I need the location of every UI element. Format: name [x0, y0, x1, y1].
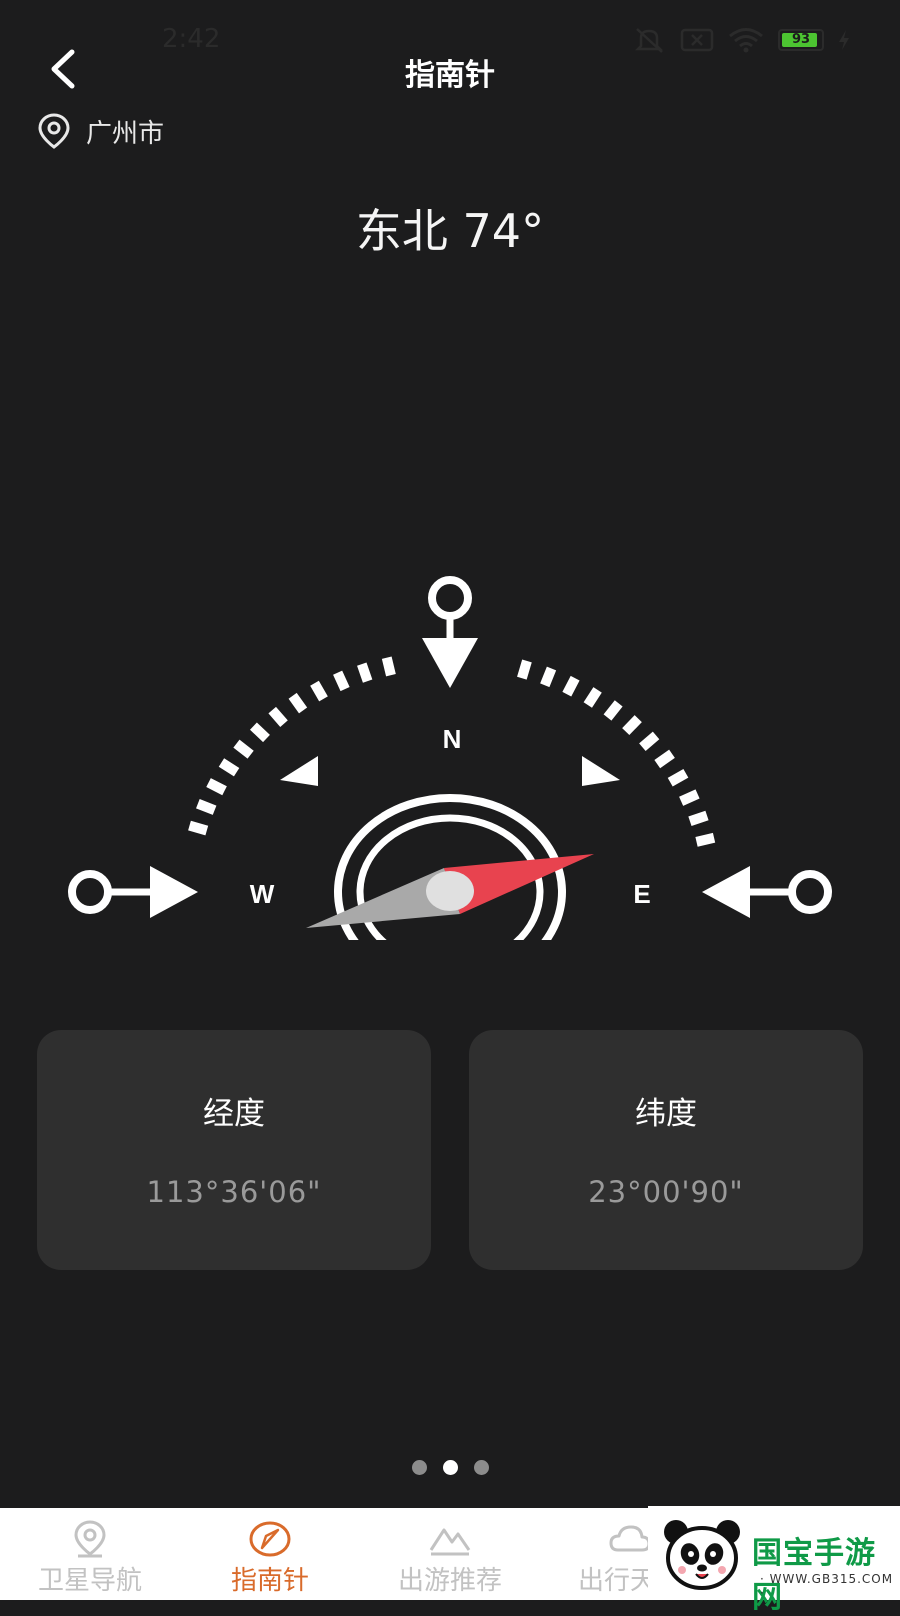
north-marker: [422, 576, 478, 688]
page-dot[interactable]: [411, 1460, 427, 1475]
tick-mark: [562, 675, 580, 697]
compass-svg: N S W E: [68, 576, 832, 1207]
longitude-value: 113°36'06": [146, 1175, 322, 1209]
heading-readout: 东北 74°: [355, 204, 545, 258]
mountain-icon: [429, 1528, 471, 1556]
tab-satellite-navigation[interactable]: 卫星导航: [0, 1508, 180, 1600]
tab-compass[interactable]: 指南针: [180, 1508, 360, 1600]
cardinal-n: N: [443, 724, 462, 754]
location-city: 广州市: [86, 118, 165, 149]
cloud-icon: [609, 1525, 651, 1552]
tick-mark: [679, 789, 700, 806]
tick-mark: [333, 670, 350, 692]
tick-mark: [288, 692, 308, 714]
compass-needle: [306, 854, 594, 928]
tick-mark: [233, 739, 254, 759]
tick-mark: [639, 731, 660, 751]
watermark: 国宝手游网 · WWW.GB315.COM ·: [648, 1506, 900, 1615]
tab-label: 指南针: [230, 1566, 309, 1596]
tab-label: 出游推荐: [397, 1566, 502, 1596]
longitude-card: 经度 113°36'06": [37, 1030, 431, 1270]
tick-mark: [218, 758, 240, 777]
longitude-title: 经度: [203, 1096, 265, 1132]
latitude-value: 23°00'90": [588, 1175, 744, 1209]
panda-logo-icon: [664, 1520, 740, 1590]
watermark-url: · WWW.GB315.COM ·: [760, 1572, 894, 1600]
location-pin-icon: [74, 1520, 106, 1558]
location-indicator: 广州市: [36, 112, 164, 150]
tick-mark: [381, 656, 396, 677]
compass-dial: N S W E: [0, 280, 900, 1207]
page-indicator: [0, 1460, 900, 1475]
location-pin-icon: [38, 113, 70, 149]
tick-mark: [667, 768, 689, 787]
page-dot[interactable]: [473, 1460, 489, 1475]
tick-mark: [357, 662, 373, 683]
tick-mark: [540, 666, 557, 688]
cardinal-e: E: [633, 879, 650, 909]
tick-mark: [654, 749, 675, 769]
page-title: 指南针: [405, 58, 495, 93]
tick-mark: [188, 820, 209, 836]
charging-icon: [839, 30, 849, 50]
page-dot-active[interactable]: [442, 1460, 458, 1475]
tick-mark: [622, 715, 642, 736]
tick-mark: [695, 832, 716, 847]
tick-mark: [688, 810, 709, 826]
tick-mark: [583, 687, 602, 708]
compass-icon: [249, 1521, 291, 1557]
latitude-card: 纬度 23°00'90": [469, 1030, 863, 1270]
tick-mark: [196, 799, 217, 815]
tick-mark: [268, 706, 288, 727]
battery-level: 93: [791, 32, 811, 47]
triangle-nw: [280, 756, 318, 786]
cardinal-w: W: [250, 879, 275, 909]
tick-mark: [517, 659, 532, 680]
battery-icon: 93: [778, 29, 824, 51]
tick-mark: [249, 722, 270, 743]
tab-travel-recommend[interactable]: 出游推荐: [360, 1508, 540, 1600]
west-marker: [68, 866, 198, 918]
tick-mark: [206, 778, 227, 796]
east-marker: [702, 866, 832, 918]
tick-mark: [310, 680, 328, 702]
tick-mark: [603, 700, 623, 721]
triangle-ne: [582, 756, 620, 786]
latitude-title: 纬度: [635, 1096, 697, 1132]
needle-hub: [426, 871, 474, 911]
tab-label: 卫星导航: [37, 1566, 142, 1596]
